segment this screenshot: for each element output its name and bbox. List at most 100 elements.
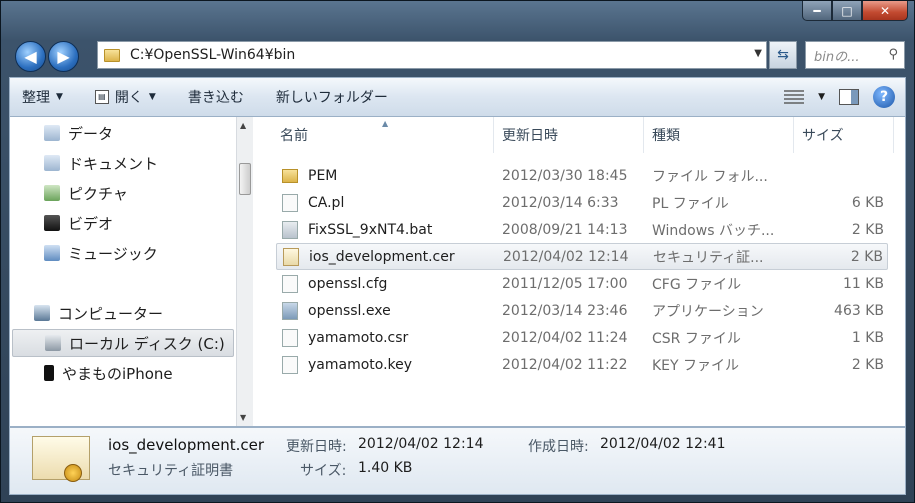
- details-pane: ios_development.cer セキュリティ証明書 更新日時: 2012…: [9, 427, 906, 495]
- file-size: 1 KB: [851, 329, 884, 346]
- nav-item-documents[interactable]: ドキュメント: [44, 149, 158, 177]
- open-button[interactable]: ▤ 開く ▼: [94, 87, 156, 107]
- certificate-icon: [283, 247, 299, 266]
- nav-item-label: コンピューター: [58, 304, 164, 323]
- nav-item-computer[interactable]: コンピューター: [34, 299, 163, 327]
- details-file-type: セキュリティ証明書: [108, 463, 234, 479]
- chevron-down-icon[interactable]: ▼: [754, 48, 762, 59]
- file-name: CA.pl: [308, 194, 345, 211]
- table-row[interactable]: CA.pl 2012/03/14 6:33 PL ファイル 6 KB: [276, 189, 888, 216]
- help-icon[interactable]: ?: [873, 86, 895, 108]
- file-type: KEY ファイル: [652, 357, 740, 374]
- view-options-icon[interactable]: [784, 90, 805, 104]
- details-modified-label: 更新日時:: [286, 439, 347, 455]
- file-icon: [282, 355, 298, 374]
- file-size: 6 KB: [851, 194, 884, 211]
- burn-button[interactable]: 書き込む: [188, 87, 244, 107]
- scrollbar-thumb[interactable]: [239, 163, 251, 195]
- address-path: C:¥OpenSSL-Win64¥bin: [130, 47, 296, 63]
- open-app-icon: ▤: [94, 90, 109, 104]
- file-list: ▲ 名前 更新日時 種類 サイズ PEM 2012/03/30 18:45 ファ…: [254, 117, 906, 426]
- nav-buttons: ◀ ▶: [15, 41, 79, 72]
- refresh-button[interactable]: ⇆: [769, 41, 797, 69]
- scroll-down-icon[interactable]: ▼: [240, 413, 246, 422]
- search-placeholder: binの...: [814, 49, 860, 65]
- file-type: Windows バッチ...: [652, 222, 775, 239]
- music-icon: [44, 245, 60, 261]
- file-icon: [282, 193, 298, 212]
- nav-item-pictures[interactable]: ピクチャ: [44, 179, 128, 207]
- file-size: 11 KB: [842, 275, 884, 292]
- file-date: 2012/03/14 23:46: [502, 302, 628, 319]
- minimize-button[interactable]: ━: [802, 1, 832, 21]
- nav-item-local-disk[interactable]: ローカル ディスク (C:): [12, 329, 234, 357]
- details-size-value: 1.40 KB: [358, 460, 413, 476]
- nav-item-videos[interactable]: ビデオ: [44, 209, 113, 237]
- table-row[interactable]: yamamoto.csr 2012/04/02 11:24 CSR ファイル 1…: [276, 324, 888, 351]
- file-icon: [282, 274, 298, 293]
- details-created-value: 2012/04/02 12:41: [600, 436, 726, 452]
- chevron-down-icon: ▼: [148, 92, 156, 102]
- file-date: 2012/04/02 12:14: [503, 248, 629, 265]
- file-date: 2012/03/30 18:45: [502, 167, 628, 184]
- burn-label: 書き込む: [187, 90, 244, 106]
- details-size-label: サイズ:: [300, 463, 347, 479]
- column-header-size[interactable]: サイズ: [794, 117, 894, 153]
- nav-item-label: ミュージック: [68, 244, 158, 263]
- file-type: CFG ファイル: [652, 276, 742, 293]
- folder-icon: [282, 168, 298, 183]
- column-header-date[interactable]: 更新日時: [494, 117, 644, 153]
- table-row[interactable]: FixSSL_9xNT4.bat 2008/09/21 14:13 Window…: [276, 216, 888, 243]
- table-row[interactable]: openssl.exe 2012/03/14 23:46 アプリケーション 46…: [276, 297, 888, 324]
- column-header-name[interactable]: 名前: [272, 117, 494, 153]
- batch-file-icon: [282, 220, 298, 239]
- file-date: 2012/04/02 11:24: [502, 329, 628, 346]
- table-row-selected[interactable]: ios_development.cer 2012/04/02 12:14 セキュ…: [276, 243, 888, 270]
- file-size: 2 KB: [851, 356, 884, 373]
- refresh-icon: ⇆: [777, 47, 789, 63]
- file-type: CSR ファイル: [652, 330, 741, 347]
- file-type: ファイル フォル...: [652, 168, 768, 185]
- file-date: 2011/12/05 17:00: [502, 275, 628, 292]
- explorer-window: ━ □ ✕ ◀ ▶ C:¥OpenSSL-Win64¥bin ▼ ⇆ binの.…: [0, 0, 915, 503]
- nav-item-iphone[interactable]: やまものiPhone: [44, 359, 173, 387]
- scroll-up-icon[interactable]: ▲: [240, 121, 246, 130]
- details-modified-value: 2012/04/02 12:14: [358, 436, 484, 452]
- preview-pane-icon[interactable]: [839, 89, 859, 105]
- arrow-right-icon: ▶: [57, 47, 70, 66]
- table-row[interactable]: yamamoto.key 2012/04/02 11:22 KEY ファイル 2…: [276, 351, 888, 378]
- forward-button[interactable]: ▶: [48, 41, 79, 72]
- search-input[interactable]: binの... ⚲: [805, 41, 905, 69]
- file-name: openssl.cfg: [308, 275, 388, 292]
- nav-scrollbar[interactable]: ▲ ▼: [236, 117, 253, 426]
- new-folder-button[interactable]: 新しいフォルダー: [276, 87, 388, 107]
- close-button[interactable]: ✕: [862, 1, 908, 21]
- organize-button[interactable]: 整理 ▼: [22, 87, 63, 107]
- chevron-down-icon[interactable]: ▼: [818, 92, 825, 102]
- nav-item-label: ビデオ: [68, 214, 114, 233]
- video-icon: [44, 215, 60, 231]
- file-icon: [282, 328, 298, 347]
- file-name: PEM: [308, 167, 338, 184]
- address-bar[interactable]: C:¥OpenSSL-Win64¥bin ▼: [97, 41, 767, 69]
- file-name: openssl.exe: [308, 302, 391, 319]
- maximize-button[interactable]: □: [832, 1, 862, 21]
- nav-item-music[interactable]: ミュージック: [44, 239, 158, 267]
- table-row[interactable]: PEM 2012/03/30 18:45 ファイル フォル...: [276, 162, 888, 189]
- details-file-name: ios_development.cer: [108, 436, 265, 454]
- nav-item-data[interactable]: データ: [44, 119, 113, 147]
- toolbar-right: ▼ ?: [784, 86, 895, 108]
- details-created-label: 作成日時:: [528, 439, 589, 455]
- file-date: 2012/03/14 6:33: [502, 194, 619, 211]
- file-name: yamamoto.csr: [308, 329, 409, 346]
- chevron-down-icon: ▼: [56, 92, 63, 102]
- document-icon: [44, 155, 60, 171]
- column-header-type[interactable]: 種類: [644, 117, 794, 153]
- table-row[interactable]: openssl.cfg 2011/12/05 17:00 CFG ファイル 11…: [276, 270, 888, 297]
- disk-icon: [45, 335, 61, 351]
- file-type: アプリケーション: [652, 303, 764, 320]
- back-button[interactable]: ◀: [15, 41, 46, 72]
- file-date: 2008/09/21 14:13: [502, 221, 628, 238]
- command-bar: 整理 ▼ ▤ 開く ▼ 書き込む 新しいフォルダー ▼ ?: [9, 77, 906, 117]
- file-date: 2012/04/02 11:22: [502, 356, 628, 373]
